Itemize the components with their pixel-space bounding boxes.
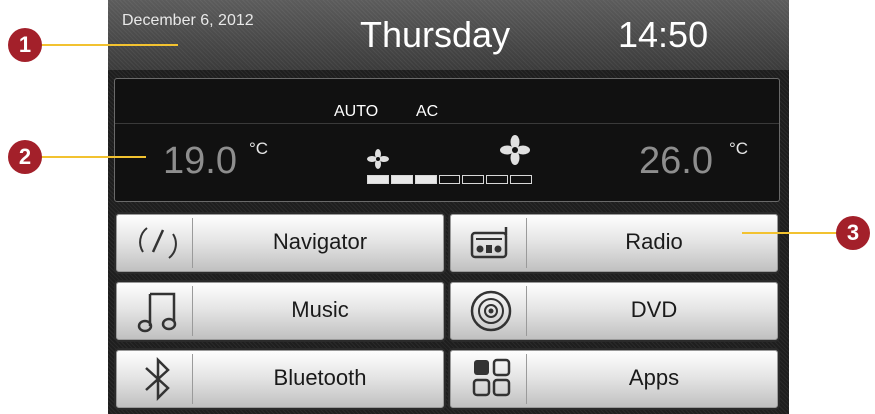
climate-panel[interactable]: AUTO AC 19.0 °C 26.0 °C bbox=[114, 78, 780, 202]
radio-label: Radio bbox=[625, 229, 683, 254]
music-note-icon bbox=[137, 292, 177, 333]
compass-icon bbox=[139, 227, 177, 259]
fan-speed-segment[interactable] bbox=[462, 175, 485, 184]
bluetooth-icon bbox=[145, 356, 170, 402]
ac-mode-label[interactable]: AC bbox=[416, 103, 438, 121]
apps-button[interactable]: Apps bbox=[448, 348, 780, 410]
apps-grid-icon bbox=[472, 358, 511, 397]
fan-low-icon[interactable] bbox=[367, 149, 389, 169]
bluetooth-button[interactable]: Bluetooth bbox=[114, 348, 446, 410]
fan-speed-segment[interactable] bbox=[510, 175, 533, 184]
divider bbox=[115, 123, 779, 124]
navigator-label: Navigator bbox=[272, 229, 368, 254]
right-temperature[interactable]: 26.0 bbox=[639, 140, 713, 183]
apps-label: Apps bbox=[628, 365, 680, 390]
music-button[interactable]: Music bbox=[114, 280, 446, 342]
fan-speed-segment[interactable] bbox=[390, 175, 413, 184]
day-label: Thursday bbox=[360, 14, 511, 55]
fan-high-icon[interactable] bbox=[499, 135, 531, 165]
callout-badge-2: 2 bbox=[8, 140, 42, 174]
fan-speed-segment[interactable] bbox=[367, 175, 389, 184]
radio-icon bbox=[470, 227, 508, 259]
dvd-button[interactable]: DVD bbox=[448, 280, 780, 342]
fan-speed-segment[interactable] bbox=[414, 175, 437, 184]
auto-mode-label[interactable]: AUTO bbox=[334, 103, 378, 121]
fan-speed-segment[interactable] bbox=[486, 175, 509, 184]
disc-icon bbox=[470, 290, 512, 332]
clock: 14:50 bbox=[618, 14, 709, 55]
status-header: December 6, 2012 Thursday 14:50 bbox=[108, 0, 789, 70]
callout-badge-3: 3 bbox=[836, 216, 870, 250]
date-label: December 6, 2012 bbox=[122, 12, 254, 29]
music-label: Music bbox=[291, 297, 349, 322]
left-temperature-unit: °C bbox=[249, 139, 269, 158]
head-unit-screen: December 6, 2012 Thursday 14:50 AUTO AC … bbox=[108, 0, 789, 414]
dvd-label: DVD bbox=[630, 297, 678, 322]
radio-button[interactable]: Radio bbox=[448, 212, 780, 274]
bluetooth-label: Bluetooth bbox=[273, 365, 367, 390]
navigator-button[interactable]: Navigator bbox=[114, 212, 446, 274]
fan-speed-bar[interactable] bbox=[367, 175, 533, 184]
callout-badge-1: 1 bbox=[8, 28, 42, 62]
fan-speed-segment[interactable] bbox=[438, 175, 461, 184]
left-temperature[interactable]: 19.0 bbox=[163, 140, 237, 183]
right-temperature-unit: °C bbox=[729, 139, 749, 158]
